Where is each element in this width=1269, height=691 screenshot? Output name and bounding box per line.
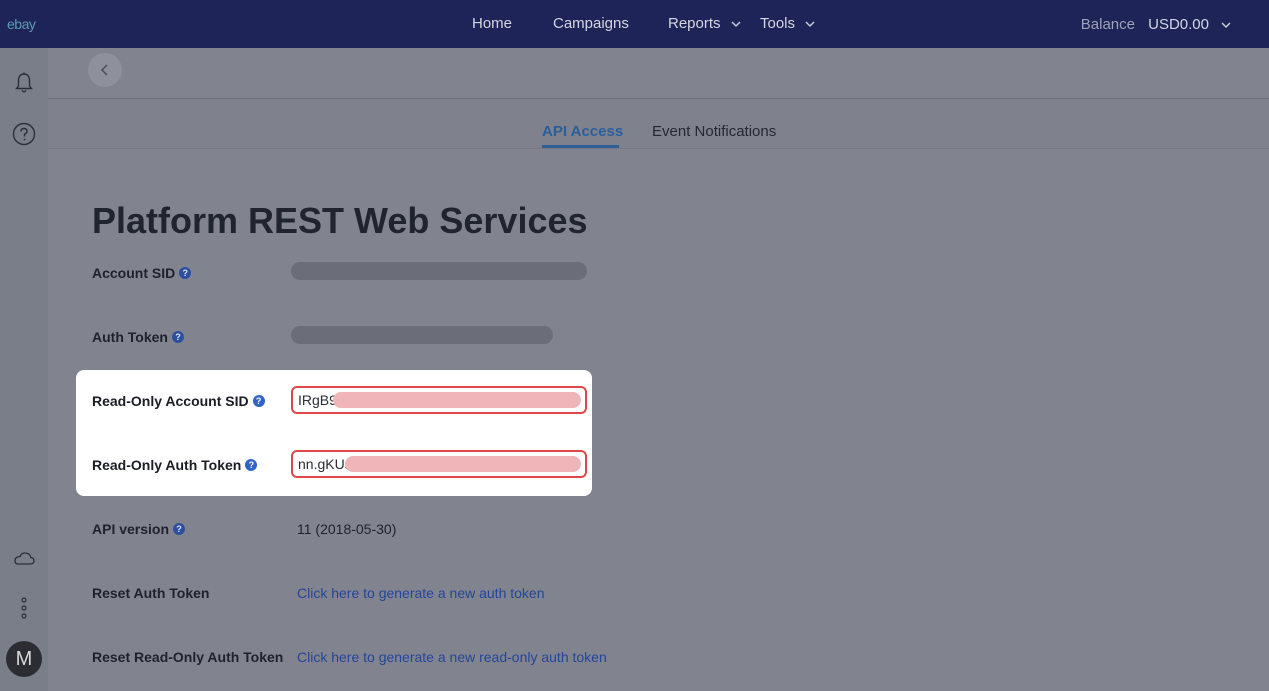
ro-auth-token-label-text: Read-Only Auth Token [92,457,242,473]
left-sidebar [0,48,48,691]
api-version-value: 11 (2018-05-30) [297,521,397,537]
chevron-down-icon [805,20,815,27]
account-sid-label-text: Account SID [92,265,176,281]
read-only-credentials-card: Read-Only Account SID ? IRgB9 Read-Only … [76,370,592,496]
help-icon[interactable]: ? [173,523,186,535]
nav-campaigns[interactable]: Campaigns [553,15,629,32]
auth-token-label: Auth Token ? [92,329,184,345]
main-content: API Access Event Notifications Platform … [48,48,1269,691]
api-version-label-text: API version [92,521,170,537]
help-icon[interactable]: ? [179,267,192,279]
account-sid-label: Account SID ? [92,265,192,281]
ro-account-sid-label-text: Read-Only Account SID [92,393,249,409]
reset-auth-token-label: Reset Auth Token [92,585,209,601]
more-options-icon[interactable] [12,596,36,620]
tab-api-access[interactable]: API Access [542,123,623,140]
api-version-label: API version ? [92,521,186,537]
chevron-down-icon [1221,21,1231,28]
reset-ro-auth-token-label-text: Reset Read-Only Auth Token [92,649,284,665]
auth-token-label-text: Auth Token [92,329,168,345]
ro-auth-token-field[interactable]: nn.gKUs [291,450,587,478]
reset-ro-auth-token-link[interactable]: Click here to generate a new read-only a… [297,649,607,665]
help-icon[interactable]: ? [245,459,258,471]
ro-account-sid-label: Read-Only Account SID ? [92,393,265,409]
help-icon[interactable]: ? [171,331,184,343]
reset-auth-token-link[interactable]: Click here to generate a new auth token [297,585,545,601]
nav-home-label: Home [472,15,513,32]
reset-ro-auth-token-label: Reset Read-Only Auth Token [92,649,283,665]
top-navigation-bar: ebay Home Campaigns Reports Tools Balanc… [0,0,1269,48]
nav-reports-label: Reports [668,15,721,32]
help-circle-icon[interactable] [12,122,36,146]
nav-tools[interactable]: Tools [760,15,817,32]
balance-dropdown[interactable]: USD0.00 [1148,16,1233,33]
ro-auth-token-redaction [345,456,581,472]
user-avatar[interactable]: M [6,641,42,677]
ro-auth-token-value: nn.gKUs [298,456,352,472]
tab-event-notifications[interactable]: Event Notifications [652,123,776,140]
ro-account-sid-value: IRgB9 [298,392,337,408]
chevron-down-icon [731,20,741,27]
tab-bar: API Access Event Notifications [48,99,1269,149]
cloud-icon[interactable] [12,546,36,570]
account-sid-redacted [291,262,587,280]
help-icon[interactable]: ? [252,395,265,407]
chevron-left-icon [100,64,108,76]
nav-campaigns-label: Campaigns [553,15,629,32]
ebay-logo[interactable]: ebay [7,16,36,32]
nav-home[interactable]: Home [472,15,512,32]
auth-token-redacted [291,326,553,344]
ro-account-sid-redaction [333,392,581,408]
balance-label: Balance [1080,16,1135,33]
back-button[interactable] [88,53,122,87]
nav-reports[interactable]: Reports [668,15,743,32]
nav-tools-label: Tools [760,15,796,32]
page-title: Platform REST Web Services [92,200,588,241]
active-tab-indicator [542,145,619,148]
bell-icon[interactable] [12,71,36,95]
ro-auth-token-label: Read-Only Auth Token ? [92,457,258,473]
balance-value: USD0.00 [1148,16,1209,33]
reset-auth-token-label-text: Reset Auth Token [92,585,210,601]
ro-account-sid-field[interactable]: IRgB9 [291,386,587,414]
